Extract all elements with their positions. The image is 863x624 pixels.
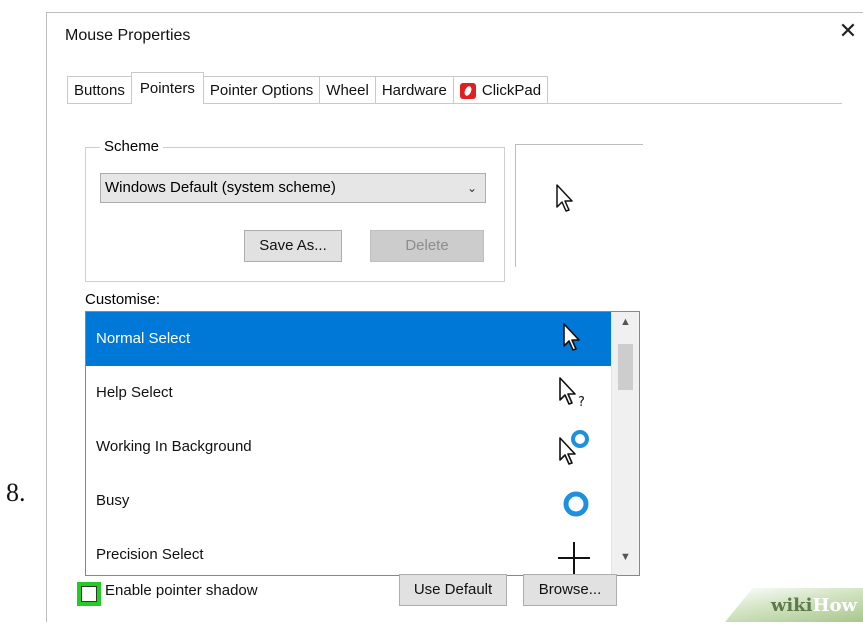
help-cursor-icon: ? (559, 377, 585, 410)
save-as-button[interactable]: Save As... (244, 230, 342, 262)
step-number: 8. (6, 478, 26, 507)
busy-cursor-icon (563, 491, 589, 517)
watermark-text-how: How (812, 595, 857, 616)
list-item-working-in-background[interactable]: Working In Background (86, 420, 612, 474)
working-cursor-icon (559, 430, 589, 465)
tab-buttons[interactable]: Buttons (67, 76, 132, 104)
scheme-group: Scheme Windows Default (system scheme) ⌄… (85, 138, 505, 282)
tab-clickpad[interactable]: ClickPad (452, 76, 549, 104)
use-default-button[interactable]: Use Default (399, 574, 507, 606)
list-item-label: Busy (96, 492, 130, 509)
list-scrollbar[interactable]: ▲ ▼ (611, 312, 639, 575)
list-item-normal-select[interactable]: Normal Select (86, 312, 612, 366)
tab-label: Hardware (381, 81, 447, 99)
window-title: Mouse Properties (65, 27, 191, 44)
mouse-properties-dialog: Mouse Properties ✕ Buttons Pointers Poin… (46, 12, 863, 624)
chevron-down-icon: ⌄ (466, 181, 477, 195)
tab-label: Wheel (326, 81, 369, 99)
tab-label: Buttons (74, 81, 125, 99)
tab-pointer-options[interactable]: Pointer Options (202, 76, 321, 104)
customise-label: Customise: (85, 291, 161, 308)
list-item-precision-select[interactable]: Precision Select (86, 528, 612, 575)
list-item-busy[interactable]: Busy (86, 474, 612, 528)
list-item-label: Normal Select (96, 330, 191, 347)
crosshair-cursor-icon (558, 542, 590, 574)
close-icon[interactable]: ✕ (835, 17, 861, 47)
tab-wheel[interactable]: Wheel (319, 76, 376, 104)
enable-pointer-shadow-checkbox[interactable] (81, 586, 97, 602)
pointers-panel: Scheme Windows Default (system scheme) ⌄… (67, 103, 842, 624)
enable-pointer-shadow-label: Enable pointer shadow (105, 582, 258, 599)
arrow-cursor-icon (563, 323, 580, 351)
tab-label: ClickPad (481, 81, 542, 99)
browse-button[interactable]: Browse... (523, 574, 617, 606)
scheme-selected-value: Windows Default (system scheme) (105, 179, 336, 196)
arrow-cursor-preview-icon (556, 184, 573, 212)
svg-text:?: ? (578, 395, 585, 410)
list-item-help-select[interactable]: Help Select ? (86, 366, 612, 420)
watermark-text-wiki: wiki (770, 595, 813, 616)
tab-hardware[interactable]: Hardware (374, 76, 454, 104)
tab-label: Pointer Options (209, 81, 314, 99)
checkbox-highlight (77, 582, 101, 606)
tab-label: Pointers (139, 79, 195, 97)
scroll-up-icon[interactable]: ▲ (612, 316, 639, 336)
scroll-thumb[interactable] (618, 344, 633, 390)
tab-pointers[interactable]: Pointers (130, 72, 204, 104)
clickpad-icon (459, 82, 476, 99)
scheme-dropdown[interactable]: Windows Default (system scheme) ⌄ (100, 173, 486, 203)
tab-bar: Buttons Pointers Pointer Options Wheel H… (67, 72, 549, 104)
scroll-down-icon[interactable]: ▼ (612, 551, 639, 571)
cursor-preview (515, 144, 643, 267)
list-item-label: Working In Background (96, 438, 252, 455)
delete-button[interactable]: Delete (370, 230, 484, 262)
cursor-list[interactable]: Normal Select Help Select ? Working In B… (85, 311, 640, 576)
scheme-group-label: Scheme (100, 138, 164, 155)
list-item-label: Help Select (96, 384, 173, 401)
list-item-label: Precision Select (96, 546, 204, 563)
